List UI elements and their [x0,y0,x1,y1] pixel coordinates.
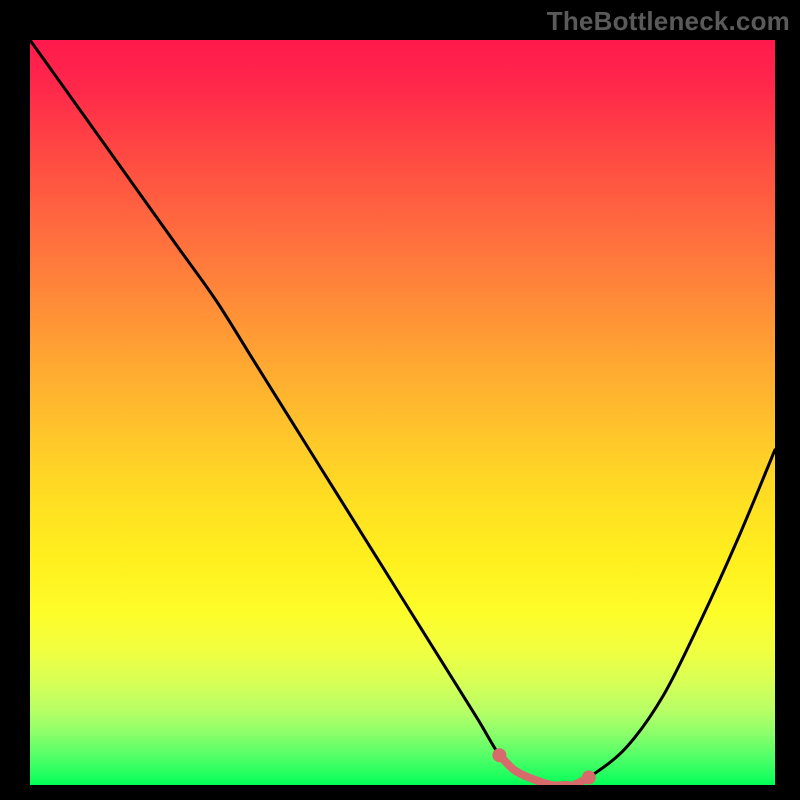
chart-container: TheBottleneck.com [0,0,800,800]
highlight-dot [492,748,506,762]
bottleneck-curve [30,40,775,785]
plot-area [30,40,775,785]
highlight-dot [582,771,596,785]
watermark-text: TheBottleneck.com [547,6,790,37]
highlight-segment [499,755,588,785]
curve-svg [30,40,775,785]
